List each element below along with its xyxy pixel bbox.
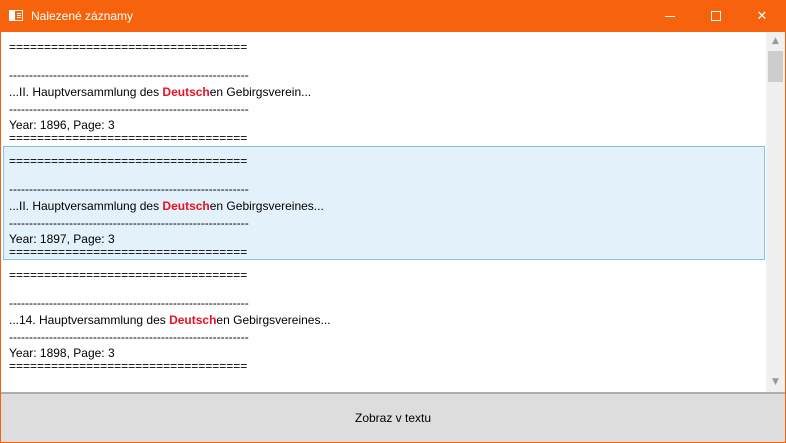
snippet-suffix: en Gebirgsvereines...: [209, 199, 324, 213]
separator-top: ==================================: [9, 40, 248, 54]
snippet-text: ...14. Hauptversammlung des Deutschen Ge…: [9, 313, 330, 327]
show-in-text-button[interactable]: Zobraz v textu: [1, 393, 785, 442]
result-item[interactable]: ================================== -----…: [3, 32, 765, 146]
minimize-button[interactable]: [647, 1, 693, 32]
snippet-suffix: en Gebirgsverein...: [209, 85, 312, 99]
year-page-info: Year: 1897, Page: 3: [9, 232, 115, 246]
snippet-highlight: Deutsch: [162, 85, 210, 99]
vertical-scrollbar[interactable]: ▲ ▼: [766, 32, 785, 392]
year-page-info: Year: 1898, Page: 3: [9, 346, 115, 360]
title-bar[interactable]: Nalezené záznamy ✕: [1, 1, 785, 32]
dash-line: ----------------------------------------…: [9, 182, 249, 196]
year-page-info: Year: 1896, Page: 3: [9, 118, 115, 132]
results-list[interactable]: ================================== -----…: [1, 32, 785, 393]
dash-line: ----------------------------------------…: [9, 330, 249, 344]
snippet-text: ...II. Hauptversammlung des Deutschen Ge…: [9, 199, 324, 213]
snippet-text: ...II. Hauptversammlung des Deutschen Ge…: [9, 85, 311, 99]
app-window-icon: [9, 10, 23, 21]
dash-line: ----------------------------------------…: [9, 68, 249, 82]
result-item[interactable]: ================================== -----…: [3, 146, 765, 260]
minimize-icon: [665, 16, 675, 17]
dash-line: ----------------------------------------…: [9, 296, 249, 310]
snippet-prefix: ...II. Hauptversammlung des: [9, 85, 163, 99]
snippet-highlight: Deutsch: [162, 199, 210, 213]
search-results-window: Nalezené záznamy ✕ =====================…: [0, 0, 786, 443]
result-item[interactable]: ================================== -----…: [3, 260, 765, 374]
scroll-up-arrow-icon[interactable]: ▲: [766, 33, 785, 50]
close-button[interactable]: ✕: [739, 1, 785, 32]
maximize-button[interactable]: [693, 1, 739, 32]
close-icon: ✕: [756, 9, 768, 24]
maximize-icon: [711, 11, 721, 21]
separator-bottom: ==================================: [9, 131, 248, 145]
window-title: Nalezené záznamy: [31, 9, 134, 23]
scroll-thumb[interactable]: [768, 51, 783, 82]
snippet-suffix: en Gebirgsvereines...: [216, 313, 331, 327]
separator-top: ==================================: [9, 268, 248, 282]
dash-line: ----------------------------------------…: [9, 102, 249, 116]
snippet-highlight: Deutsch: [169, 313, 217, 327]
snippet-prefix: ...14. Hauptversammlung des: [9, 313, 170, 327]
snippet-prefix: ...II. Hauptversammlung des: [9, 199, 163, 213]
separator-top: ==================================: [9, 154, 248, 168]
scroll-down-arrow-icon[interactable]: ▼: [766, 374, 785, 391]
dash-line: ----------------------------------------…: [9, 216, 249, 230]
separator-bottom: ==================================: [9, 245, 248, 259]
separator-bottom: ==================================: [9, 359, 248, 373]
